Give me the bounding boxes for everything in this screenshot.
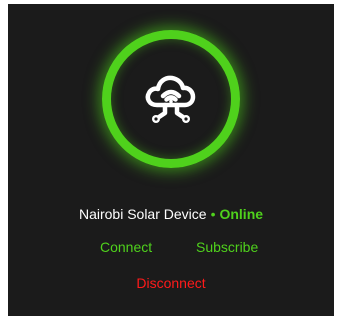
status-ring — [102, 30, 240, 168]
device-name: Nairobi Solar Device — [78, 206, 207, 222]
status-badge: Online — [219, 206, 264, 222]
disconnect-button[interactable]: Disconnect — [8, 275, 334, 291]
status-separator: • — [210, 206, 216, 222]
connect-button[interactable]: Connect — [100, 239, 152, 255]
device-card: Nairobi Solar Device • Online Connect Subs… — [8, 4, 334, 316]
cloud-network-icon — [145, 75, 196, 123]
device-status-line: Nairobi Solar Device • Online — [8, 206, 334, 222]
subscribe-button[interactable]: Subscribe — [196, 239, 258, 255]
